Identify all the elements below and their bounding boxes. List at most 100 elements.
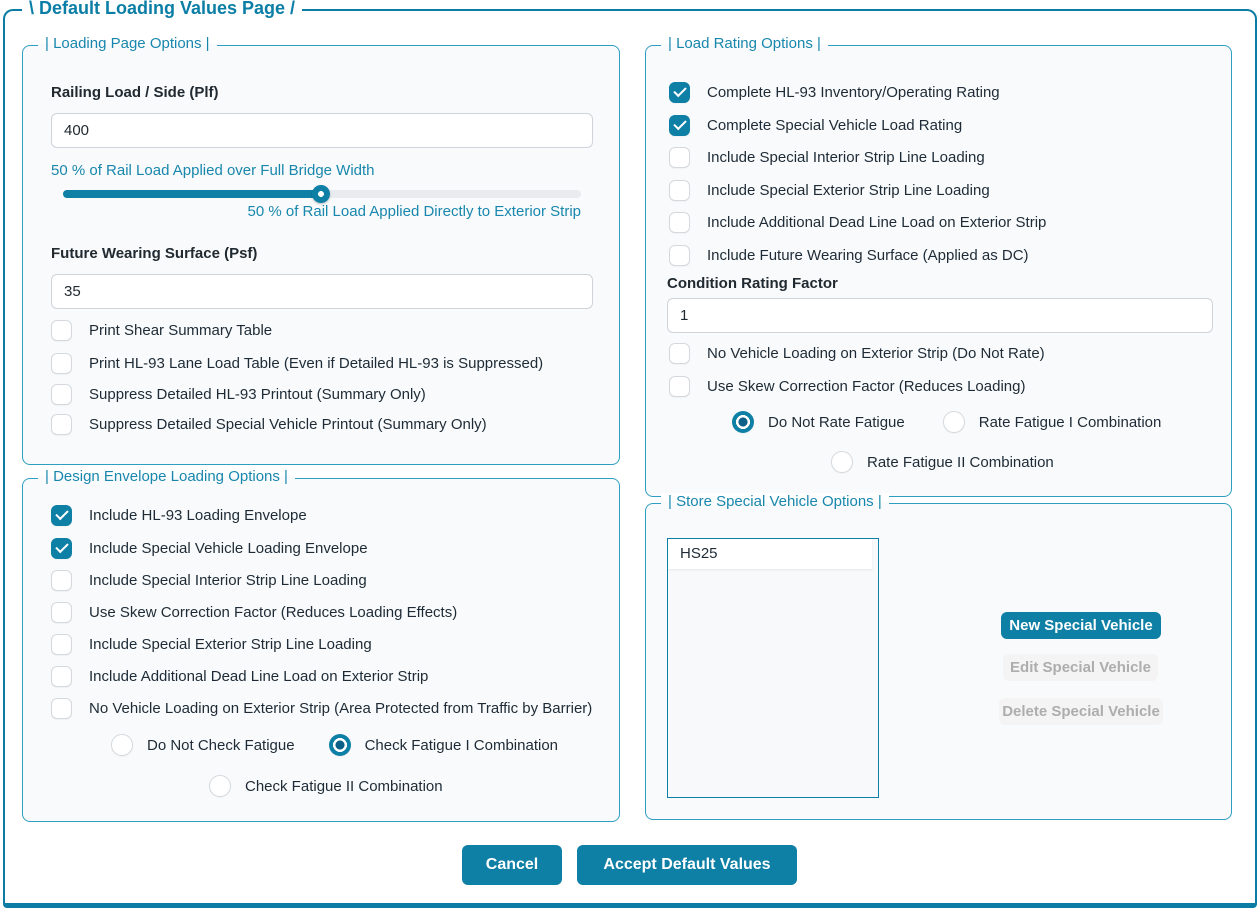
panel-loading-page-options: | Loading Page Options | Railing Load / … <box>22 45 620 465</box>
checkbox-row: No Vehicle Loading on Exterior Strip (Ar… <box>51 697 592 719</box>
panel-load-rating-options: | Load Rating Options | Complete HL-93 I… <box>645 45 1232 497</box>
checkbox-label: Include HL-93 Loading Envelope <box>89 507 307 524</box>
radio-label: Do Not Rate Fatigue <box>768 414 905 431</box>
checkbox-label: No Vehicle Loading on Exterior Strip (Ar… <box>89 700 592 717</box>
checkbox-suppress-special-vehicle-printout[interactable] <box>51 414 72 435</box>
checkbox-include-additional-dead-line-load[interactable] <box>51 666 72 687</box>
checkbox-include-special-vehicle-envelope[interactable] <box>51 538 72 559</box>
checkbox-no-vehicle-loading-exterior-strip[interactable] <box>51 698 72 719</box>
checkbox-label: Use Skew Correction Factor (Reduces Load… <box>707 378 1025 395</box>
checkbox-rating-special-exterior-strip[interactable] <box>669 180 690 201</box>
list-item-vehicle[interactable]: HS25 <box>668 539 872 569</box>
checkbox-print-hl93-lane-load-table[interactable] <box>51 353 72 374</box>
checkbox-label: Complete Special Vehicle Load Rating <box>707 117 962 134</box>
condition-rating-label: Condition Rating Factor <box>667 275 838 292</box>
slider-right-label: 50 % of Rail Load Applied Directly to Ex… <box>51 203 581 220</box>
radio-check-fatigue-1[interactable] <box>329 734 351 756</box>
checkbox-label: No Vehicle Loading on Exterior Strip (Do… <box>707 345 1045 362</box>
special-vehicle-listbox[interactable]: HS25 <box>667 538 879 798</box>
checkbox-label: Print Shear Summary Table <box>89 322 272 339</box>
default-loading-values-page: \ Default Loading Values Page / | Loadin… <box>3 9 1257 908</box>
checkbox-include-special-exterior-strip[interactable] <box>51 634 72 655</box>
checkbox-label: Include Additional Dead Line Load on Ext… <box>89 668 428 685</box>
checkbox-row: Complete Special Vehicle Load Rating <box>669 114 962 136</box>
slider-fill <box>63 190 322 198</box>
radio-row: Do Not Rate Fatigue Rate Fatigue I Combi… <box>732 411 1161 433</box>
radio-do-not-check-fatigue[interactable] <box>111 734 133 756</box>
checkbox-row: Include Additional Dead Line Load on Ext… <box>669 211 1046 233</box>
cancel-button[interactable]: Cancel <box>462 845 562 885</box>
panel-legend: | Loading Page Options | <box>38 35 217 52</box>
checkbox-label: Print HL-93 Lane Load Table (Even if Det… <box>89 355 543 372</box>
checkbox-row: No Vehicle Loading on Exterior Strip (Do… <box>669 342 1045 364</box>
checkbox-row: Use Skew Correction Factor (Reduces Load… <box>51 601 457 623</box>
panel-legend: | Design Envelope Loading Options | <box>38 468 295 485</box>
radio-label: Rate Fatigue II Combination <box>867 454 1054 471</box>
checkbox-row: Include Future Wearing Surface (Applied … <box>669 244 1029 266</box>
radio-label: Rate Fatigue I Combination <box>979 414 1162 431</box>
radio-row: Do Not Check Fatigue Check Fatigue I Com… <box>111 734 558 756</box>
checkbox-no-vehicle-loading-do-not-rate[interactable] <box>669 343 690 364</box>
checkbox-label: Complete HL-93 Inventory/Operating Ratin… <box>707 84 1000 101</box>
checkbox-label: Use Skew Correction Factor (Reduces Load… <box>89 604 457 621</box>
checkbox-label: Include Special Vehicle Loading Envelope <box>89 540 368 557</box>
checkbox-label: Suppress Detailed HL-93 Printout (Summar… <box>89 386 426 403</box>
railing-load-input[interactable] <box>51 113 593 148</box>
checkbox-row: Include Special Interior Strip Line Load… <box>51 569 367 591</box>
checkbox-print-shear-summary[interactable] <box>51 320 72 341</box>
radio-do-not-rate-fatigue[interactable] <box>732 411 754 433</box>
checkbox-label: Include Special Interior Strip Line Load… <box>707 149 985 166</box>
panel-design-envelope-options: | Design Envelope Loading Options | Incl… <box>22 478 620 822</box>
condition-rating-input[interactable] <box>667 298 1213 333</box>
checkbox-label: Include Special Exterior Strip Line Load… <box>707 182 990 199</box>
checkbox-row: Suppress Detailed Special Vehicle Printo… <box>51 413 487 435</box>
radio-label: Check Fatigue II Combination <box>245 778 443 795</box>
checkbox-label: Include Special Exterior Strip Line Load… <box>89 636 372 653</box>
checkbox-rating-additional-dead-line-load[interactable] <box>669 212 690 233</box>
panel-legend: | Load Rating Options | <box>661 35 828 52</box>
checkbox-row: Use Skew Correction Factor (Reduces Load… <box>669 375 1025 397</box>
accept-default-values-button[interactable]: Accept Default Values <box>577 845 797 885</box>
edit-special-vehicle-button: Edit Special Vehicle <box>1003 654 1158 681</box>
delete-special-vehicle-button: Delete Special Vehicle <box>999 698 1163 725</box>
slider-left-label: 50 % of Rail Load Applied over Full Brid… <box>51 162 375 179</box>
checkbox-row: Include Additional Dead Line Load on Ext… <box>51 665 428 687</box>
checkbox-row: Include Special Exterior Strip Line Load… <box>51 633 372 655</box>
checkbox-label: Include Special Interior Strip Line Load… <box>89 572 367 589</box>
slider-thumb[interactable] <box>312 185 330 203</box>
fws-input[interactable] <box>51 274 593 309</box>
checkbox-include-hl93-envelope[interactable] <box>51 505 72 526</box>
radio-check-fatigue-2[interactable] <box>209 775 231 797</box>
page-title: \ Default Loading Values Page / <box>22 0 302 19</box>
checkbox-label: Suppress Detailed Special Vehicle Printo… <box>89 416 487 433</box>
panel-legend: | Store Special Vehicle Options | <box>661 493 889 510</box>
checkbox-row: Complete HL-93 Inventory/Operating Ratin… <box>669 81 1000 103</box>
checkbox-label: Include Additional Dead Line Load on Ext… <box>707 214 1046 231</box>
radio-row: Rate Fatigue II Combination <box>831 451 1054 473</box>
checkbox-row: Include Special Interior Strip Line Load… <box>669 146 985 168</box>
checkbox-row: Include Special Exterior Strip Line Load… <box>669 179 990 201</box>
panel-store-special-vehicle-options: | Store Special Vehicle Options | HS25 N… <box>645 503 1232 820</box>
checkbox-label: Include Future Wearing Surface (Applied … <box>707 247 1029 264</box>
new-special-vehicle-button[interactable]: New Special Vehicle <box>1001 612 1161 639</box>
radio-row: Check Fatigue II Combination <box>209 775 443 797</box>
rail-load-slider[interactable] <box>63 190 581 198</box>
radio-label: Do Not Check Fatigue <box>147 737 295 754</box>
checkbox-row: Include Special Vehicle Loading Envelope <box>51 537 368 559</box>
checkbox-rating-special-interior-strip[interactable] <box>669 147 690 168</box>
railing-load-label: Railing Load / Side (Plf) <box>51 84 219 101</box>
radio-rate-fatigue-1[interactable] <box>943 411 965 433</box>
checkbox-complete-hl93-rating[interactable] <box>669 82 690 103</box>
fws-label: Future Wearing Surface (Psf) <box>51 245 257 262</box>
checkbox-rating-use-skew-correction[interactable] <box>669 376 690 397</box>
checkbox-row: Include HL-93 Loading Envelope <box>51 504 307 526</box>
checkbox-complete-special-vehicle-rating[interactable] <box>669 115 690 136</box>
checkbox-row: Suppress Detailed HL-93 Printout (Summar… <box>51 383 426 405</box>
radio-rate-fatigue-2[interactable] <box>831 451 853 473</box>
checkbox-suppress-hl93-printout[interactable] <box>51 384 72 405</box>
checkbox-include-fws-dc[interactable] <box>669 245 690 266</box>
checkbox-row: Print HL-93 Lane Load Table (Even if Det… <box>51 352 543 374</box>
checkbox-include-special-interior-strip[interactable] <box>51 570 72 591</box>
checkbox-use-skew-correction[interactable] <box>51 602 72 623</box>
checkbox-row: Print Shear Summary Table <box>51 319 272 341</box>
